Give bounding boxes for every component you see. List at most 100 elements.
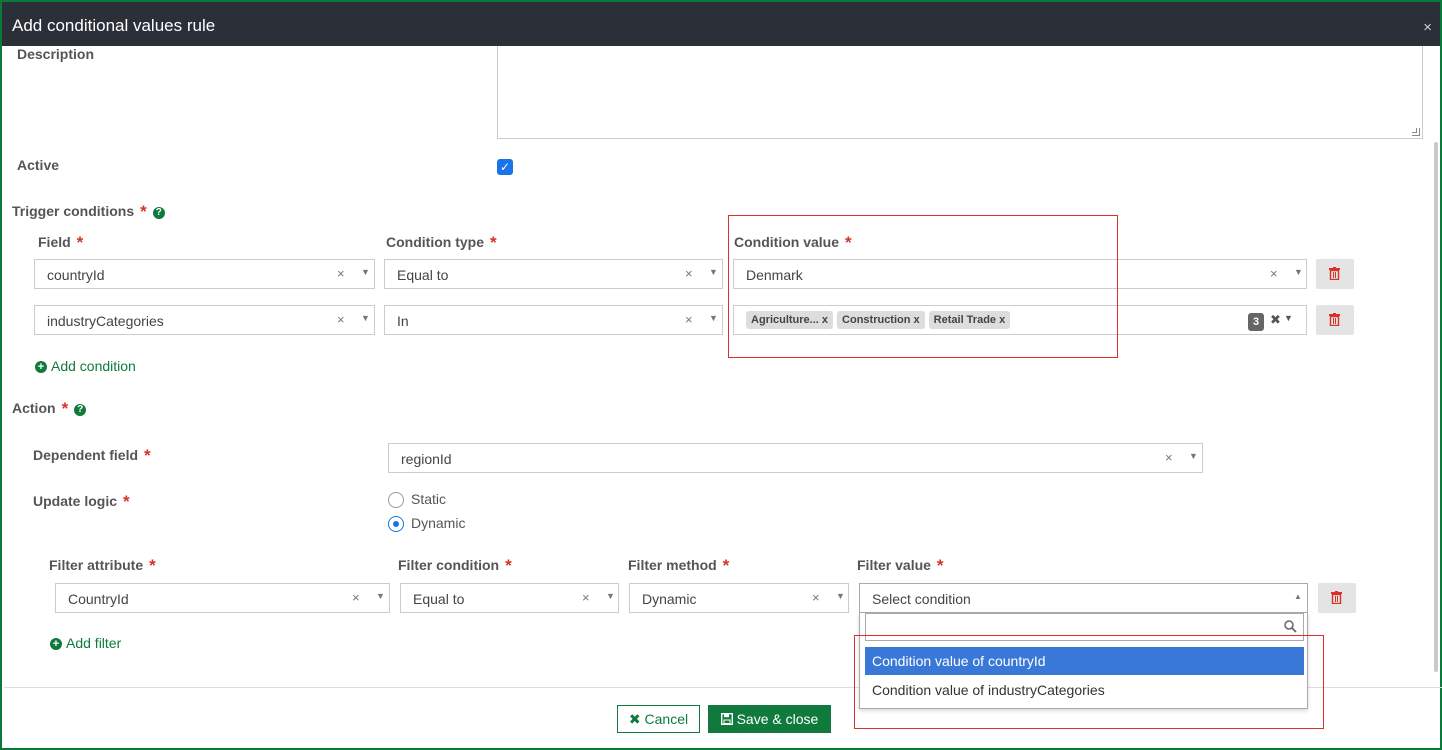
- required-asterisk-icon: *: [722, 556, 730, 575]
- chevron-down-icon[interactable]: ▼: [1294, 267, 1303, 277]
- help-icon[interactable]: ?: [74, 404, 87, 416]
- annotation-highlight-box: [854, 635, 1324, 729]
- required-asterisk-icon: *: [144, 446, 151, 465]
- check-icon: ✓: [499, 160, 511, 174]
- filter-condition-select[interactable]: Equal to × ▼: [400, 583, 619, 613]
- filter-condition-header-label: Filter condition: [398, 557, 500, 573]
- condition-type-select-row-2[interactable]: In × ▼: [384, 305, 723, 335]
- field-select-value: industryCategories: [47, 313, 164, 329]
- dependent-field-label-text: Dependent field: [33, 447, 139, 463]
- clear-icon[interactable]: ✖: [1270, 312, 1281, 328]
- description-label: Description: [17, 46, 95, 62]
- delete-condition-button-row-2[interactable]: [1316, 305, 1354, 335]
- chevron-down-icon[interactable]: ▼: [361, 267, 370, 277]
- dialog-titlebar: Add conditional values rule ×: [2, 2, 1440, 46]
- field-select-row-1[interactable]: countryId × ▼: [34, 259, 375, 289]
- filter-attribute-value: CountryId: [68, 591, 129, 607]
- add-condition-label: Add condition: [51, 358, 136, 374]
- cancel-button[interactable]: ✖ Cancel: [617, 705, 700, 733]
- add-filter-link[interactable]: + Add filter: [50, 635, 121, 651]
- add-filter-label: Add filter: [66, 635, 122, 651]
- dependent-field-label: Dependent field *: [33, 445, 151, 465]
- chevron-down-icon[interactable]: ▼: [709, 313, 718, 323]
- filter-method-value: Dynamic: [642, 591, 697, 607]
- clear-icon[interactable]: ×: [685, 266, 693, 281]
- condition-type-value: Equal to: [397, 267, 449, 283]
- filter-value-select[interactable]: Select condition ▲: [859, 583, 1308, 613]
- required-asterisk-icon: *: [505, 556, 512, 575]
- filter-method-select[interactable]: Dynamic × ▼: [629, 583, 849, 613]
- filter-attribute-header-label: Filter attribute: [49, 557, 144, 573]
- required-asterisk-icon: *: [61, 399, 69, 418]
- clear-icon[interactable]: ×: [582, 590, 590, 605]
- add-condition-link[interactable]: + Add condition: [35, 358, 136, 374]
- save-close-button[interactable]: Save & close: [708, 705, 831, 733]
- close-icon: ✖: [628, 711, 641, 727]
- chevron-down-icon[interactable]: ▼: [606, 591, 615, 601]
- close-icon[interactable]: ×: [1423, 19, 1432, 36]
- action-heading: Action *?: [12, 398, 87, 418]
- radio-dynamic-label[interactable]: Dynamic: [411, 515, 465, 531]
- radio-static[interactable]: [388, 492, 404, 508]
- trash-icon: [1331, 591, 1342, 604]
- chevron-down-icon[interactable]: ▼: [709, 267, 718, 277]
- clear-icon[interactable]: ×: [812, 590, 820, 605]
- update-logic-label-text: Update logic: [33, 493, 118, 509]
- condition-type-header-label: Condition type: [386, 234, 484, 250]
- description-textarea[interactable]: [497, 46, 1423, 139]
- save-close-label: Save & close: [736, 711, 819, 727]
- action-label: Action: [12, 400, 56, 416]
- chevron-up-icon[interactable]: ▲: [1294, 592, 1302, 601]
- dependent-field-select[interactable]: regionId × ▼: [388, 443, 1203, 473]
- field-select-row-2[interactable]: industryCategories × ▼: [34, 305, 375, 335]
- cancel-label: Cancel: [644, 711, 689, 727]
- delete-condition-button-row-1[interactable]: [1316, 259, 1354, 289]
- condition-type-select-row-1[interactable]: Equal to × ▼: [384, 259, 723, 289]
- trigger-conditions-heading: Trigger conditions *?: [12, 201, 165, 221]
- chevron-down-icon[interactable]: ▼: [1284, 313, 1293, 323]
- required-asterisk-icon: *: [140, 202, 147, 221]
- chevron-down-icon[interactable]: ▼: [836, 591, 845, 601]
- required-asterisk-icon: *: [149, 556, 156, 575]
- help-icon[interactable]: ?: [152, 207, 165, 219]
- resize-handle-icon[interactable]: [1412, 128, 1420, 136]
- filter-condition-value: Equal to: [413, 591, 465, 607]
- search-icon: [1284, 620, 1297, 633]
- required-asterisk-icon: *: [123, 492, 130, 511]
- update-logic-label: Update logic *: [33, 491, 130, 511]
- active-checkbox[interactable]: ✓: [497, 159, 513, 175]
- field-header-label: Field: [38, 234, 71, 250]
- chevron-down-icon[interactable]: ▼: [376, 591, 385, 601]
- condition-type-value: In: [397, 313, 409, 329]
- required-asterisk-icon: *: [76, 233, 84, 252]
- plus-circle-icon: +: [35, 361, 47, 373]
- field-header: Field *: [38, 232, 83, 252]
- chevron-down-icon[interactable]: ▼: [361, 313, 370, 323]
- condition-type-header: Condition type *: [386, 232, 497, 252]
- clear-icon[interactable]: ×: [1270, 266, 1278, 281]
- clear-icon[interactable]: ×: [337, 312, 345, 327]
- filter-attribute-select[interactable]: CountryId × ▼: [55, 583, 390, 613]
- radio-static-label[interactable]: Static: [411, 491, 446, 507]
- dialog-title: Add conditional values rule: [12, 16, 216, 35]
- clear-icon[interactable]: ×: [685, 312, 693, 327]
- chevron-down-icon[interactable]: ▼: [1189, 451, 1198, 461]
- delete-filter-button[interactable]: [1318, 583, 1356, 613]
- clear-icon[interactable]: ×: [1165, 450, 1173, 465]
- trash-icon: [1329, 267, 1340, 280]
- clear-icon[interactable]: ×: [352, 590, 360, 605]
- trash-icon: [1329, 313, 1340, 326]
- field-select-value: countryId: [47, 267, 105, 283]
- filter-attribute-header: Filter attribute *: [49, 555, 156, 575]
- dialog: Add conditional values rule × Descriptio…: [0, 0, 1442, 750]
- required-asterisk-icon: *: [936, 556, 944, 575]
- annotation-highlight-box: [728, 215, 1118, 358]
- filter-method-header-label: Filter method: [628, 557, 717, 573]
- filter-method-header: Filter method *: [628, 555, 729, 575]
- scrollbar[interactable]: [1434, 142, 1438, 672]
- clear-icon[interactable]: ×: [337, 266, 345, 281]
- selected-count-badge: 3: [1248, 313, 1264, 331]
- radio-dynamic[interactable]: [388, 516, 404, 532]
- dependent-field-value: regionId: [401, 451, 452, 467]
- required-asterisk-icon: *: [490, 233, 497, 252]
